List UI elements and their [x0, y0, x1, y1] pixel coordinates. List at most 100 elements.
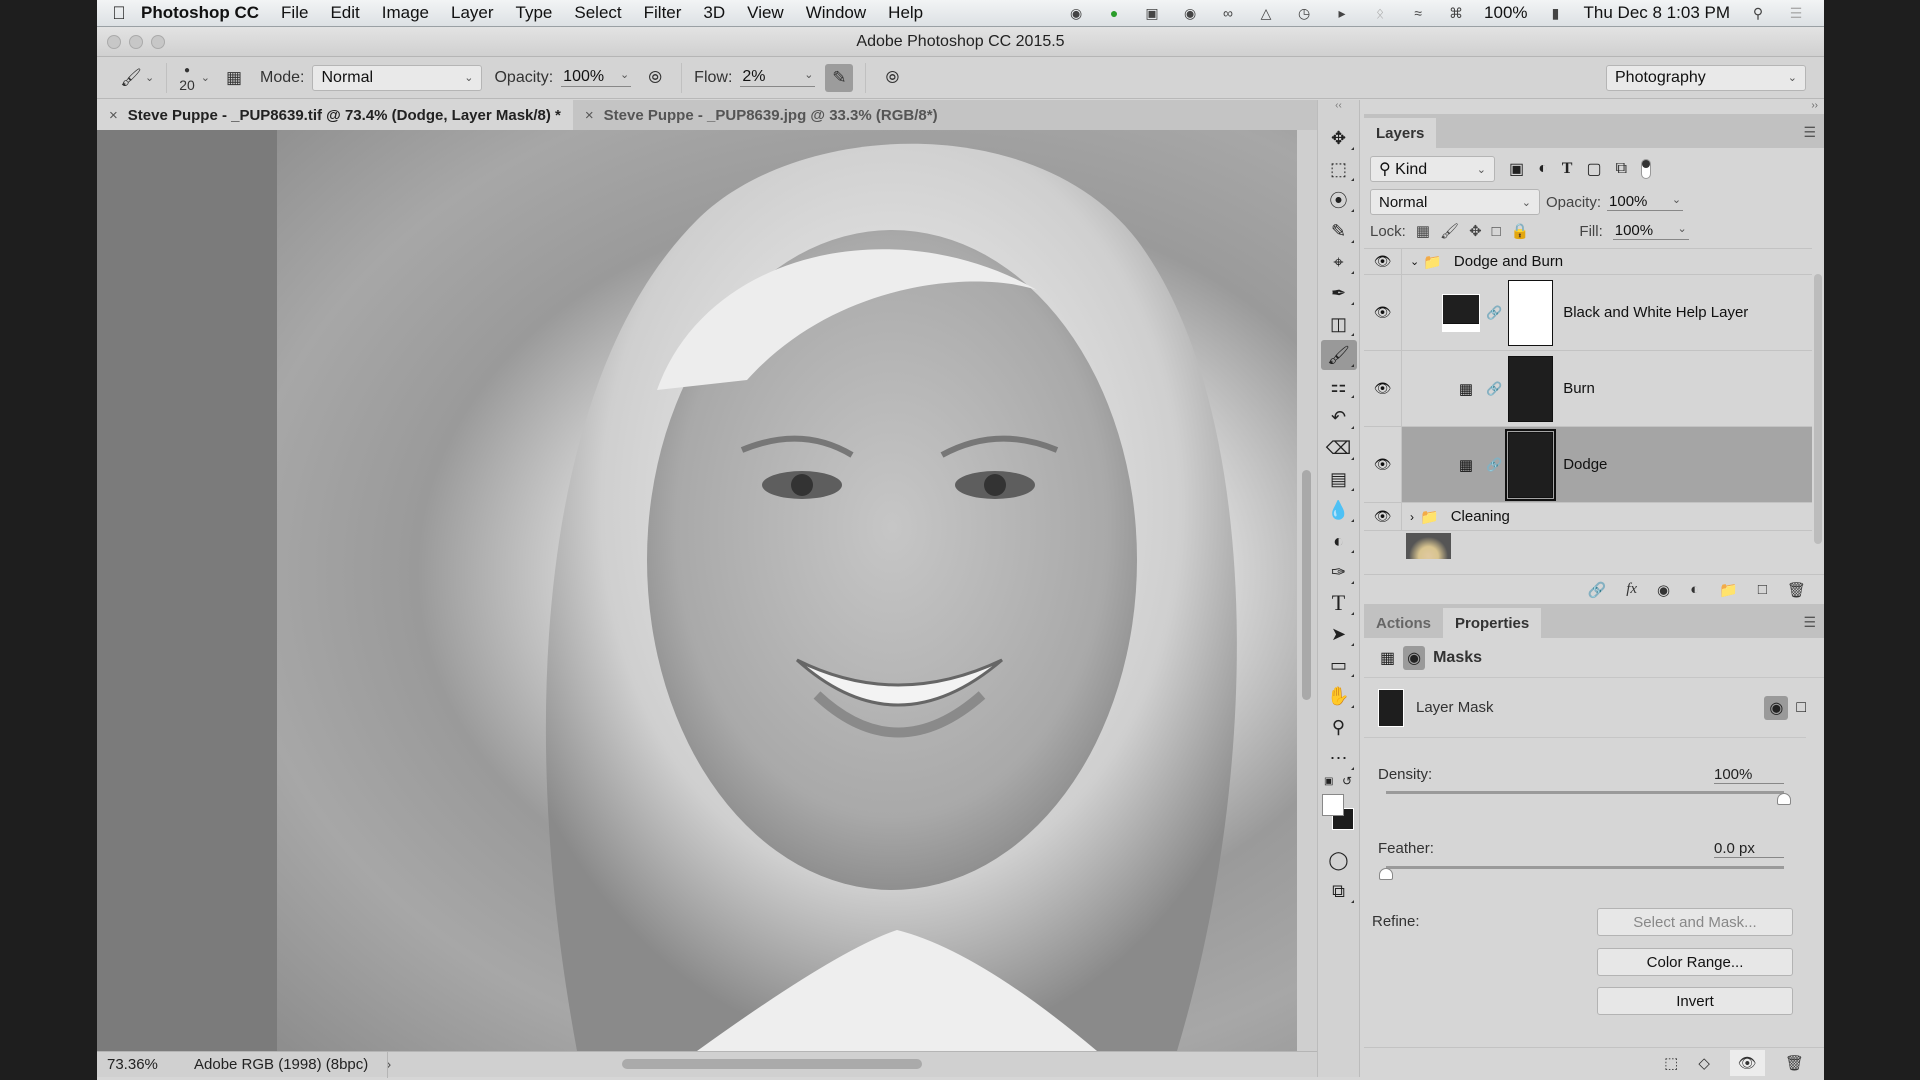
feather-slider-thumb[interactable]: [1379, 868, 1393, 880]
close-tab-icon[interactable]: ×: [585, 107, 594, 124]
wifi-icon[interactable]: ≈: [1408, 5, 1428, 21]
density-slider-thumb[interactable]: [1777, 793, 1791, 805]
apple-menu-icon[interactable]: : [97, 3, 141, 24]
menu-3d[interactable]: 3D: [703, 3, 725, 23]
layer-row-cleaning[interactable]: 👁 › 📁 Cleaning: [1364, 503, 1812, 531]
new-layer-icon[interactable]: □: [1758, 581, 1767, 598]
load-selection-icon[interactable]: ⬚: [1664, 1054, 1678, 1072]
mode-select[interactable]: Normal ⌄: [312, 64, 483, 91]
group-expand-chevron-icon[interactable]: ⌄: [1410, 255, 1419, 268]
eyedropper-tool-icon[interactable]: ✒: [1321, 278, 1357, 308]
time-machine-icon[interactable]: ◷: [1294, 5, 1314, 21]
airplay-icon[interactable]: △: [1256, 5, 1276, 21]
clone-stamp-tool-icon[interactable]: ⚏: [1321, 371, 1357, 401]
history-brush-tool-icon[interactable]: ↶: [1321, 402, 1357, 432]
visibility-eye-icon[interactable]: 👁: [1364, 275, 1402, 350]
lock-position-icon[interactable]: ✥: [1469, 222, 1482, 240]
pen-tool-icon[interactable]: ✑: [1321, 557, 1357, 587]
menu-view[interactable]: View: [747, 3, 784, 23]
layer-row-background-partial[interactable]: [1364, 531, 1812, 559]
zoom-window-button[interactable]: [151, 35, 165, 49]
eraser-tool-icon[interactable]: ⌫: [1321, 433, 1357, 463]
fx-icon[interactable]: fx: [1626, 581, 1637, 598]
lasso-tool-icon[interactable]: ⦿: [1321, 185, 1357, 215]
chevron-down-icon[interactable]: ⌄: [145, 71, 154, 84]
select-and-mask-button[interactable]: Select and Mask...: [1597, 908, 1793, 936]
layer-row-black-and-white-help[interactable]: 👁 🔗 Black and White Help Layer: [1364, 275, 1812, 351]
menu-help[interactable]: Help: [888, 3, 923, 23]
clock[interactable]: Thu Dec 8 1:03 PM: [1584, 3, 1730, 23]
spotlight-search-icon[interactable]: ⚲: [1748, 5, 1768, 21]
tab-document-tif[interactable]: × Steve Puppe - _PUP8639.tif @ 73.4% (Do…: [97, 100, 573, 130]
link-chain-icon[interactable]: 🔗: [1486, 457, 1502, 473]
notification-center-icon[interactable]: ☰: [1786, 5, 1806, 21]
rectangle-tool-icon[interactable]: ▭: [1321, 650, 1357, 680]
new-adjustment-icon[interactable]: ◐: [1690, 581, 1699, 598]
blur-tool-icon[interactable]: 💧: [1321, 495, 1357, 525]
volume-icon[interactable]: ▸: [1332, 5, 1352, 21]
lock-artboard-icon[interactable]: □: [1492, 223, 1501, 240]
filter-smart-object-icon[interactable]: ⧉: [1616, 160, 1627, 178]
add-mask-icon[interactable]: ◉: [1657, 581, 1670, 599]
app-tray-icon[interactable]: ◉: [1180, 5, 1200, 21]
minimize-window-button[interactable]: [129, 35, 143, 49]
visibility-eye-icon[interactable]: 👁: [1364, 249, 1402, 274]
creative-cloud-icon[interactable]: ∞: [1218, 5, 1238, 21]
scroll-thumb[interactable]: [1302, 470, 1311, 700]
portrait-image[interactable]: [277, 130, 1297, 1051]
menu-select[interactable]: Select: [574, 3, 621, 23]
menu-filter[interactable]: Filter: [644, 3, 682, 23]
layer-mask-thumbnail[interactable]: [1505, 428, 1557, 501]
filter-pixel-icon[interactable]: ▣: [1509, 159, 1524, 179]
layers-scrollbar[interactable]: [1814, 274, 1822, 544]
keyboard-icon[interactable]: ⌘: [1446, 5, 1466, 21]
link-chain-icon[interactable]: 🔗: [1486, 381, 1502, 397]
battery-icon[interactable]: ▮: [1546, 5, 1566, 21]
hand-tool-icon[interactable]: ✋: [1321, 681, 1357, 711]
screen-record-icon[interactable]: ◉: [1066, 5, 1086, 21]
layer-mask-thumbnail[interactable]: [1508, 279, 1554, 346]
filter-adjustment-icon[interactable]: ◐: [1538, 160, 1548, 178]
visibility-eye-icon[interactable]: 👁: [1364, 503, 1402, 530]
tab-document-jpg[interactable]: × Steve Puppe - _PUP8639.jpg @ 33.3% (RG…: [573, 100, 950, 130]
brush-tool-icon[interactable]: 🖌: [1320, 340, 1357, 370]
filter-type-icon[interactable]: T: [1562, 160, 1573, 178]
tab-layers[interactable]: Layers: [1364, 118, 1437, 148]
layer-opacity-input[interactable]: 100% ⌄: [1607, 193, 1684, 211]
panel-menu-icon[interactable]: ☰: [1803, 614, 1816, 631]
more-tools-icon[interactable]: ⋯: [1321, 743, 1357, 773]
layer-row-burn[interactable]: 👁 ▦ 🔗 Burn: [1364, 351, 1812, 427]
quick-selection-tool-icon[interactable]: ✎: [1321, 216, 1357, 246]
collapse-panels-icon[interactable]: ››: [1364, 100, 1824, 114]
vertical-scrollbar[interactable]: [1297, 130, 1317, 1051]
bluetooth-icon[interactable]: ᛟ: [1370, 5, 1390, 21]
toolbar-grip[interactable]: ‹‹: [1318, 100, 1359, 122]
panel-menu-icon[interactable]: ☰: [1803, 124, 1816, 141]
delete-mask-icon[interactable]: 🗑: [1785, 1054, 1804, 1072]
layer-row-dodge[interactable]: 👁 ▦ 🔗 Dodge: [1364, 427, 1812, 503]
screen-mode-icon[interactable]: ⧉: [1321, 876, 1357, 906]
horizontal-scroll-thumb[interactable]: [622, 1059, 922, 1069]
lock-all-icon[interactable]: 🔒: [1511, 222, 1530, 240]
pressure-size-icon[interactable]: ⦾: [878, 64, 906, 92]
fill-input[interactable]: 100% ⌄: [1612, 222, 1689, 240]
lock-pixels-icon[interactable]: 🖌: [1440, 222, 1459, 240]
visibility-eye-icon[interactable]: 👁: [1364, 351, 1402, 426]
group-collapsed-chevron-icon[interactable]: ›: [1410, 510, 1414, 524]
apply-mask-icon[interactable]: ◇: [1698, 1054, 1710, 1072]
menu-type[interactable]: Type: [516, 3, 553, 23]
feather-slider-track[interactable]: [1386, 866, 1784, 869]
link-layers-icon[interactable]: 🔗: [1588, 581, 1607, 599]
app-menu[interactable]: Photoshop CC: [141, 3, 259, 23]
toggle-mask-visibility-icon[interactable]: 👁: [1729, 1049, 1765, 1076]
brush-size-picker[interactable]: ● 20: [179, 64, 195, 92]
density-value[interactable]: 100%: [1714, 766, 1784, 784]
blend-mode-select[interactable]: Normal ⌄: [1370, 189, 1540, 215]
delete-layer-icon[interactable]: 🗑: [1787, 581, 1806, 599]
workspace-select[interactable]: Photography ⌄: [1606, 64, 1806, 91]
move-tool-icon[interactable]: ✥: [1321, 123, 1357, 153]
menu-window[interactable]: Window: [806, 3, 866, 23]
select-pixel-mask-icon[interactable]: ◉: [1764, 695, 1789, 720]
link-chain-icon[interactable]: 🔗: [1486, 305, 1502, 321]
display-icon[interactable]: ▣: [1142, 5, 1162, 21]
